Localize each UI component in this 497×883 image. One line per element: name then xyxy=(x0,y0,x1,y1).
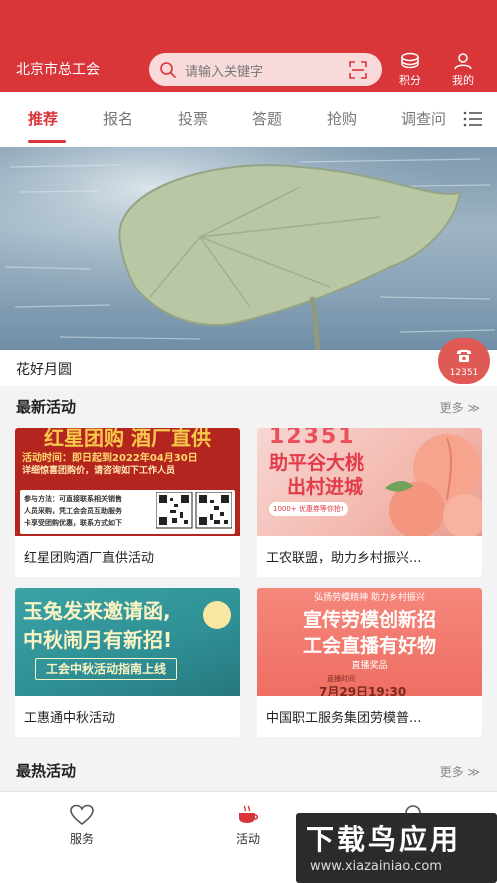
scan-icon[interactable] xyxy=(348,60,368,80)
latest-section-header: 最新活动 更多 ≫ xyxy=(0,386,497,426)
nav-activity-label: 活动 xyxy=(235,832,260,846)
coins-icon xyxy=(401,52,419,69)
card-1-title: 红星团购酒厂直供活动 xyxy=(24,551,155,566)
mine-button[interactable]: 我的 xyxy=(443,52,483,88)
card-1-note1: 参与方法：可直接联系相关销售 xyxy=(24,495,122,503)
double-chevron-right-icon: ≫ xyxy=(467,401,480,415)
peaches-illustration xyxy=(385,434,482,536)
activity-card-2[interactable]: 12351 助平谷大桃 出村进城 1000+ 优惠券等你抢! 工农联盟，助力乡村… xyxy=(257,428,482,577)
card-4-title: 中国职工服务集团劳模普... xyxy=(266,711,422,726)
card-4-image: 弘扬劳模精神 助力乡村振兴 宣传劳模创新招 工会直播有好物 直播奖品 直播时间 … xyxy=(257,588,482,696)
card-1-image-line1: 活动时间：即日起到2022年04月30日 xyxy=(22,453,198,464)
qr-code-icons xyxy=(156,492,232,529)
card-4-image-top: 弘扬劳模精神 助力乡村振兴 xyxy=(314,593,425,603)
card-2-title: 工农联盟，助力乡村振兴... xyxy=(266,551,422,566)
coffee-cup-icon xyxy=(239,805,259,823)
hottest-title: 最热活动 xyxy=(16,762,77,780)
banner-caption-bar: 花好月圆 xyxy=(0,350,497,386)
tab-recommend[interactable]: 推荐 xyxy=(28,108,58,129)
card-2-image-line1: 助平谷大桃 xyxy=(269,452,365,474)
card-2-image-badge: 1000+ 优惠券等你抢! xyxy=(269,502,348,516)
org-name[interactable]: 北京市总工会 xyxy=(16,59,100,79)
card-1-image-heading: 红星团购 酒厂直供 xyxy=(44,428,211,450)
points-label: 积分 xyxy=(399,74,421,87)
card-4-image-line2: 工会直播有好物 xyxy=(302,635,436,657)
activity-card-1[interactable]: 红星团购 酒厂直供 活动时间：即日起到2022年04月30日 详细惊喜团购价，请… xyxy=(15,428,240,577)
card-3-image: 玉兔发来邀请函, 中秋闹月有新招! 工会中秋活动指南上线 xyxy=(15,588,240,696)
hotline-number: 12351 xyxy=(449,368,479,378)
card-1-image-line2: 详细惊喜团购价，请咨询如下工作人员 xyxy=(22,466,176,476)
watermark-brand: 下载鸟应用 xyxy=(306,823,462,856)
search-icon xyxy=(160,62,176,78)
card-3-image-line2: 中秋闹月有新招! xyxy=(23,628,173,652)
latest-title: 最新活动 xyxy=(16,398,77,416)
card-2-image-number: 12351 xyxy=(269,428,356,449)
hottest-section-header: 最热活动 更多 ≫ xyxy=(0,750,497,790)
tab-vote[interactable]: 投票 xyxy=(178,108,208,129)
nav-service-label: 服务 xyxy=(69,832,94,846)
card-3-image-line1: 玉兔发来邀请函, xyxy=(23,599,171,623)
menu-list-icon[interactable] xyxy=(462,108,484,130)
activity-card-3[interactable]: 玉兔发来邀请函, 中秋闹月有新招! 工会中秋活动指南上线 工惠通中秋活动 xyxy=(15,588,240,737)
tab-survey[interactable]: 调查问 xyxy=(401,108,446,129)
watermark-logo: 下载鸟应用 www.xiazainiao.com xyxy=(296,813,497,883)
tab-quiz[interactable]: 答题 xyxy=(252,108,282,129)
nav-service[interactable]: 服务 xyxy=(52,804,112,847)
card-1-note3: 卡享受团购优惠，联系方式如下 xyxy=(24,519,122,527)
card-2-image: 12351 助平谷大桃 出村进城 1000+ 优惠券等你抢! xyxy=(257,428,482,536)
tab-signup[interactable]: 报名 xyxy=(103,108,133,129)
hotline-button[interactable]: 12351 xyxy=(438,338,490,384)
hottest-more-link[interactable]: 更多 ≫ xyxy=(440,763,480,780)
phone-icon xyxy=(457,349,471,362)
points-button[interactable]: 积分 xyxy=(390,52,430,88)
hottest-more-label: 更多 xyxy=(439,765,464,779)
card-4-image-tag: 直播奖品 xyxy=(351,661,388,671)
nav-activity[interactable]: 活动 xyxy=(218,804,278,847)
activity-card-4[interactable]: 弘扬劳模精神 助力乡村振兴 宣传劳模创新招 工会直播有好物 直播奖品 直播时间 … xyxy=(257,588,482,737)
search-placeholder: 请输入关键字 xyxy=(185,65,264,80)
watermark-url: www.xiazainiao.com xyxy=(310,859,442,874)
card-4-image-time: 7月29日19:30 xyxy=(319,685,407,696)
moon-icon xyxy=(203,601,231,629)
app-header: 北京市总工会 请输入关键字 积分 我的 xyxy=(0,0,497,92)
latest-more-label: 更多 xyxy=(439,401,464,415)
user-icon xyxy=(454,53,472,70)
card-2-image-line2: 出村进城 xyxy=(287,476,364,498)
card-3-title: 工惠通中秋活动 xyxy=(24,711,116,726)
latest-more-link[interactable]: 更多 ≫ xyxy=(440,399,480,416)
card-4-image-line1: 宣传劳模创新招 xyxy=(302,609,436,631)
card-1-image: 红星团购 酒厂直供 活动时间：即日起到2022年04月30日 详细惊喜团购价，请… xyxy=(15,428,240,536)
tab-flash-sale[interactable]: 抢购 xyxy=(327,108,357,129)
banner-image[interactable] xyxy=(0,147,497,350)
banner-caption: 花好月圆 xyxy=(16,362,72,378)
card-1-info-box: 参与方法：可直接联系相关销售 人员采购，凭工会会员互助服务 卡享受团购优惠，联系… xyxy=(20,490,235,534)
card-1-note2: 人员采购，凭工会会员互助服务 xyxy=(24,507,122,515)
card-3-image-line3: 工会中秋活动指南上线 xyxy=(35,658,178,680)
category-tabs: 推荐 报名 投票 答题 抢购 调查问 xyxy=(0,92,497,147)
lotus-leaf-image xyxy=(0,147,497,350)
mine-label: 我的 xyxy=(452,74,474,87)
heart-icon xyxy=(70,804,94,826)
search-bar[interactable]: 请输入关键字 xyxy=(149,53,382,86)
double-chevron-right-icon: ≫ xyxy=(467,765,480,779)
active-tab-indicator xyxy=(28,140,66,143)
